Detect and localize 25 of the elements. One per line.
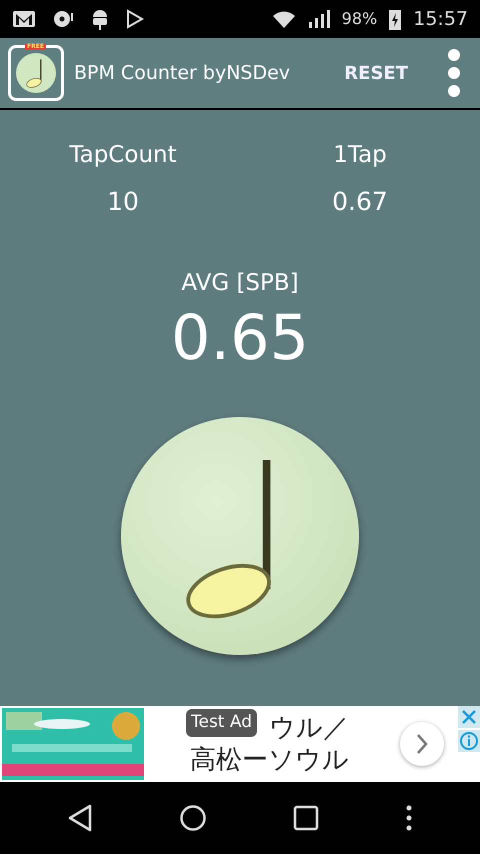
signal-icon [308, 9, 330, 29]
app-title: BPM Counter byNSDev [74, 60, 290, 86]
stat-value: 10 [107, 186, 139, 218]
battery-charging-icon [389, 8, 402, 30]
mail-icon [12, 9, 36, 29]
average-label: AVG [SPB] [181, 269, 299, 298]
average-value: 0.65 [170, 306, 310, 368]
more-menu-icon[interactable] [448, 49, 460, 97]
stat-value: 0.67 [332, 186, 388, 218]
ad-headline: ウル／ [269, 712, 349, 744]
chevron-right-icon [415, 733, 429, 755]
clock: 15:57 [413, 6, 468, 32]
more-icon[interactable] [405, 804, 413, 832]
battery-percent: 98% [342, 8, 378, 30]
stat-label: TapCount [69, 141, 177, 170]
recents-icon[interactable] [293, 805, 319, 831]
wifi-icon [272, 9, 296, 29]
play-store-icon [126, 9, 144, 29]
home-icon[interactable] [179, 804, 207, 832]
test-ad-badge: Test Ad [186, 709, 258, 736]
back-icon[interactable] [67, 804, 93, 832]
ad-headline: 高松ーソウル [190, 744, 349, 776]
open-ad-button[interactable] [400, 722, 444, 766]
stat-label: 1Tap [333, 141, 387, 170]
reset-button[interactable]: RESET [336, 60, 416, 86]
